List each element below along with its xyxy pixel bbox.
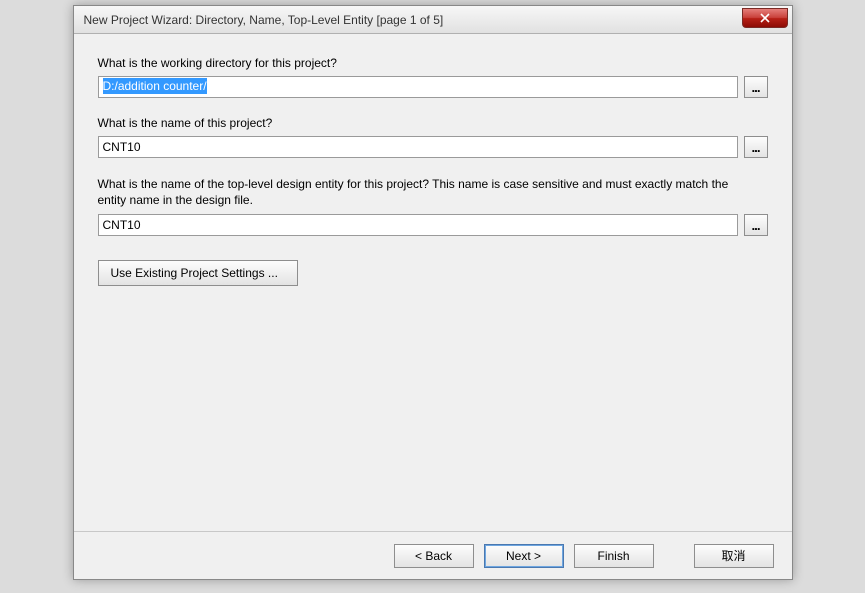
finish-button[interactable]: Finish <box>574 544 654 568</box>
close-button[interactable] <box>742 8 788 28</box>
directory-input[interactable]: D:/addition counter/ <box>98 76 738 98</box>
wizard-window: New Project Wizard: Directory, Name, Top… <box>73 5 793 580</box>
directory-value: D:/addition counter/ <box>103 78 207 94</box>
top-entity-browse-button[interactable]: ... <box>744 214 768 236</box>
top-entity-row: ... <box>98 214 768 236</box>
content-area: What is the working directory for this p… <box>74 34 792 531</box>
window-title: New Project Wizard: Directory, Name, Top… <box>84 13 444 27</box>
directory-label: What is the working directory for this p… <box>98 56 768 70</box>
directory-row: D:/addition counter/ ... <box>98 76 768 98</box>
footer: < Back Next > Finish 取消 <box>74 531 792 579</box>
project-name-input[interactable] <box>98 136 738 158</box>
cancel-button[interactable]: 取消 <box>694 544 774 568</box>
top-entity-label: What is the name of the top-level design… <box>98 176 738 208</box>
project-name-label: What is the name of this project? <box>98 116 768 130</box>
use-existing-settings-button[interactable]: Use Existing Project Settings ... <box>98 260 298 286</box>
titlebar: New Project Wizard: Directory, Name, Top… <box>74 6 792 34</box>
content-spacer <box>98 286 768 521</box>
top-entity-input[interactable] <box>98 214 738 236</box>
next-button[interactable]: Next > <box>484 544 564 568</box>
directory-browse-button[interactable]: ... <box>744 76 768 98</box>
project-name-row: ... <box>98 136 768 158</box>
project-name-browse-button[interactable]: ... <box>744 136 768 158</box>
back-button[interactable]: < Back <box>394 544 474 568</box>
close-icon <box>760 13 770 23</box>
